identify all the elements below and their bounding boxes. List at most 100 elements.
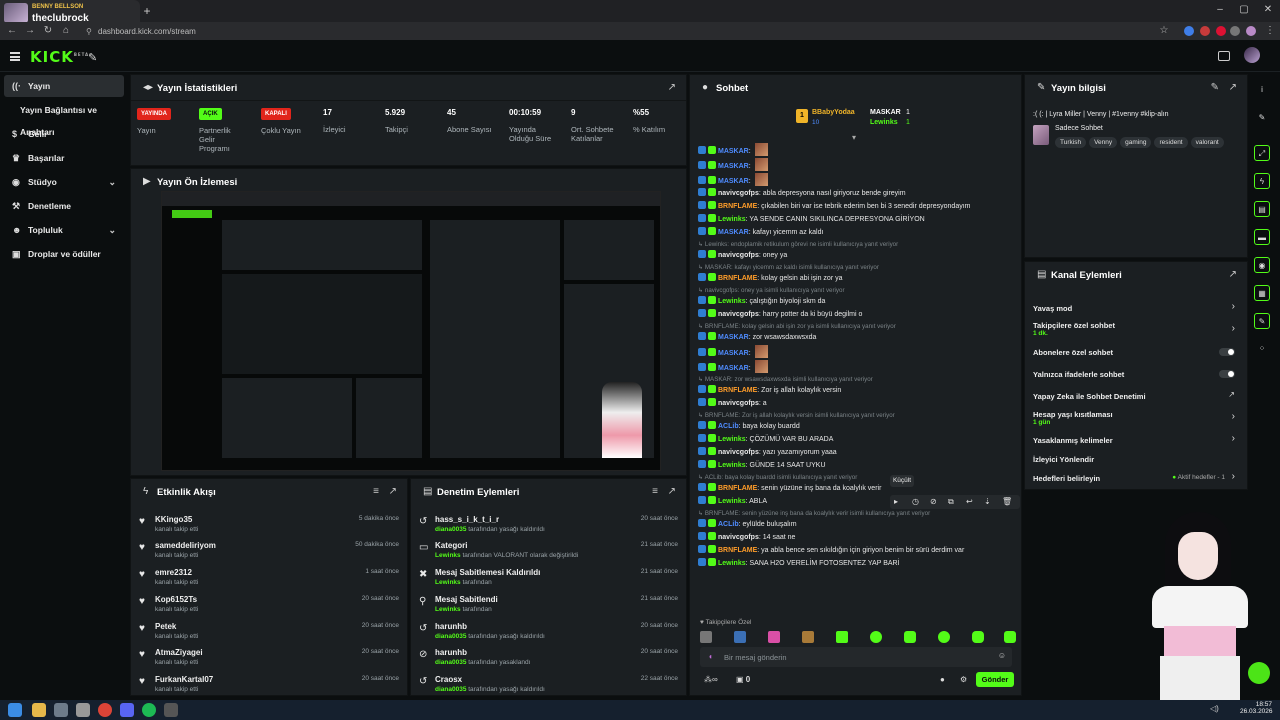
chat-username[interactable]: ACLib [718,423,739,430]
chat-username[interactable]: MASKAR [718,229,749,236]
chevron-right-icon[interactable]: › [1232,411,1235,422]
chevron-right-icon[interactable]: › [1232,471,1235,482]
chat-message[interactable]: navivcgofps: a [698,398,1007,409]
chat-username[interactable]: ACLib [718,521,739,528]
moderator-name[interactable]: diana0035 [435,633,466,640]
chat-reply-context[interactable]: ↳ BRNFLAME: Zor iş allah kolaylık versin… [698,411,1007,421]
app-icon[interactable] [54,703,68,717]
tag[interactable]: Turkish [1055,137,1087,148]
filter-icon[interactable]: ≡ [373,486,379,497]
chat-message[interactable]: MASKAR: zor wsawsdaxwsxda [698,332,1007,343]
chat-username[interactable]: MASKAR [718,148,749,155]
send-button[interactable]: Gönder [976,672,1014,687]
chat-username[interactable]: navivcgofps [718,400,759,407]
user-name[interactable]: Petek [155,622,176,631]
emote-icon[interactable] [938,631,950,643]
chat-input[interactable]: ◖ Bir mesaj gönderin ☺ [700,647,1012,667]
emote-icon[interactable] [972,631,984,643]
chat-message[interactable]: BRNFLAME: kolay gelsin abi işin zor ya [698,273,1007,284]
wallet-icon[interactable] [1218,51,1230,61]
chat-message[interactable]: MASKAR: [698,345,1007,359]
copy-icon[interactable]: ⧉ [948,497,954,507]
lightning-icon[interactable]: ϟ [1254,173,1270,189]
menu-icon[interactable] [10,52,20,61]
emote-icon[interactable] [734,631,746,643]
chat-message[interactable]: Lewinks: YA SENDE CANIN SIKILINCA DEPRES… [698,214,1007,225]
reload-icon[interactable]: ↻ [42,25,54,37]
delete-icon[interactable]: 🗑 [1002,497,1012,506]
chat-message[interactable]: MASKAR: [698,158,1007,172]
chat-message[interactable]: BRNFLAME: ya abla bence sen sıkıldığın i… [698,545,1007,556]
mic-icon[interactable]: ◖ [708,652,713,661]
site-info-icon[interactable]: ⚲ [86,25,96,38]
chat-message[interactable]: ACLib: eylülde buluşalım [698,519,1007,530]
ban-icon[interactable]: ⊘ [930,497,937,506]
chat-reply-context[interactable]: ↳ BRNFLAME: senin yüzüne inş bana da koa… [698,509,1007,519]
kick-logo[interactable]: KICKBETA [30,48,89,66]
spotify-icon[interactable] [142,703,156,717]
chrome-icon[interactable] [98,703,112,717]
close-window-icon[interactable]: ✕ [1260,4,1276,18]
pin-icon[interactable]: ✎ [88,51,97,64]
user-name[interactable]: FurkanKartal07 [155,675,213,684]
chat-username[interactable]: navivcgofps [718,190,759,197]
extension-icon[interactable] [1200,26,1210,36]
mod-target[interactable]: harunhb [435,648,467,657]
new-tab-icon[interactable]: + [140,4,154,18]
folder-icon[interactable] [32,703,46,717]
chat-message[interactable]: BRNFLAME: çıkabilen biri var ise tebrik … [698,201,1007,212]
chat-username[interactable]: BRNFLAME [718,485,757,492]
reply-icon[interactable]: ↩ [966,497,973,506]
emote-icon[interactable] [1004,631,1016,643]
forward-icon[interactable]: → [24,25,36,37]
emote-icon[interactable] [768,631,780,643]
user-name[interactable]: Kop6152Ts [155,595,197,604]
chat-message[interactable]: MASKAR: [698,173,1007,187]
emote-icon[interactable] [802,631,814,643]
toggle-switch[interactable] [1219,348,1235,356]
chat-username[interactable]: MASKAR [718,334,749,341]
chat-message[interactable]: navivcgofps: harry potter da ki büyü deg… [698,309,1007,320]
maximize-icon[interactable]: ▢ [1236,4,1252,18]
action-ai-moderation[interactable]: Yapay Zeka ile Sohbet Denetimi [1033,392,1146,401]
sidebar-item-community[interactable]: ☻ Topluluk ⌄ [4,219,124,241]
emote-icon[interactable] [700,631,712,643]
home-icon[interactable]: ⌂ [60,25,72,37]
minimize-icon[interactable]: – [1212,4,1228,18]
popout-icon[interactable]: ↗ [668,82,676,93]
chat-message[interactable]: MASKAR: [698,360,1007,374]
chat-message[interactable]: BRNFLAME: Zor iş allah kolaylık versin [698,385,1007,396]
filter-icon[interactable]: ≡ [652,486,658,497]
sidebar-item-studio[interactable]: ◉ Stüdyo ⌄ [4,171,124,193]
chat-username[interactable]: Lewinks [718,298,746,305]
mod-target[interactable]: Mesaj Sabitlendi [435,595,498,604]
chevron-right-icon[interactable]: › [1232,323,1235,334]
moderator-name[interactable]: diana0035 [435,659,466,666]
mod-target[interactable]: harunhb [435,622,467,631]
leader-name[interactable]: BBabyYodaa [812,109,855,116]
chat-username[interactable]: BRNFLAME [718,387,757,394]
extension-icon[interactable] [1184,26,1194,36]
chat-reply-context[interactable]: ↳ Lewinks: endoplamik retikulum görevi n… [698,240,1007,250]
chat-username[interactable]: navivcgofps [718,311,759,318]
document-icon[interactable]: ▤ [1254,201,1270,217]
emoji-icon[interactable]: ☺ [998,651,1006,660]
leader-name[interactable]: Lewinks [870,119,898,126]
moderator-name[interactable]: Lewinks [435,606,461,613]
chevron-right-icon[interactable]: › [1232,433,1235,444]
emote-icon[interactable] [904,631,916,643]
chat-message[interactable]: Lewinks: SANA H2O VERELİM FOTOSENTEZ YAP… [698,558,1007,569]
popout-icon[interactable]: ↗ [1229,82,1237,93]
edit-icon[interactable]: ✎ [1211,82,1219,93]
pin-icon[interactable]: ⇣ [984,497,991,506]
chat-username[interactable]: MASKAR [718,178,749,185]
action-goals[interactable]: Hedefleri belirleyin [1033,474,1100,483]
chat-username[interactable]: Lewinks [718,560,746,567]
chat-users-icon[interactable]: ● [940,675,945,684]
extension-icon[interactable] [1216,26,1226,36]
emote-icon[interactable] [870,631,882,643]
browser-menu-icon[interactable]: ⋮ [1264,25,1276,37]
windows-start-icon[interactable] [8,703,22,717]
user-name[interactable]: KKingo35 [155,515,192,524]
profile-avatar[interactable] [1246,26,1256,36]
